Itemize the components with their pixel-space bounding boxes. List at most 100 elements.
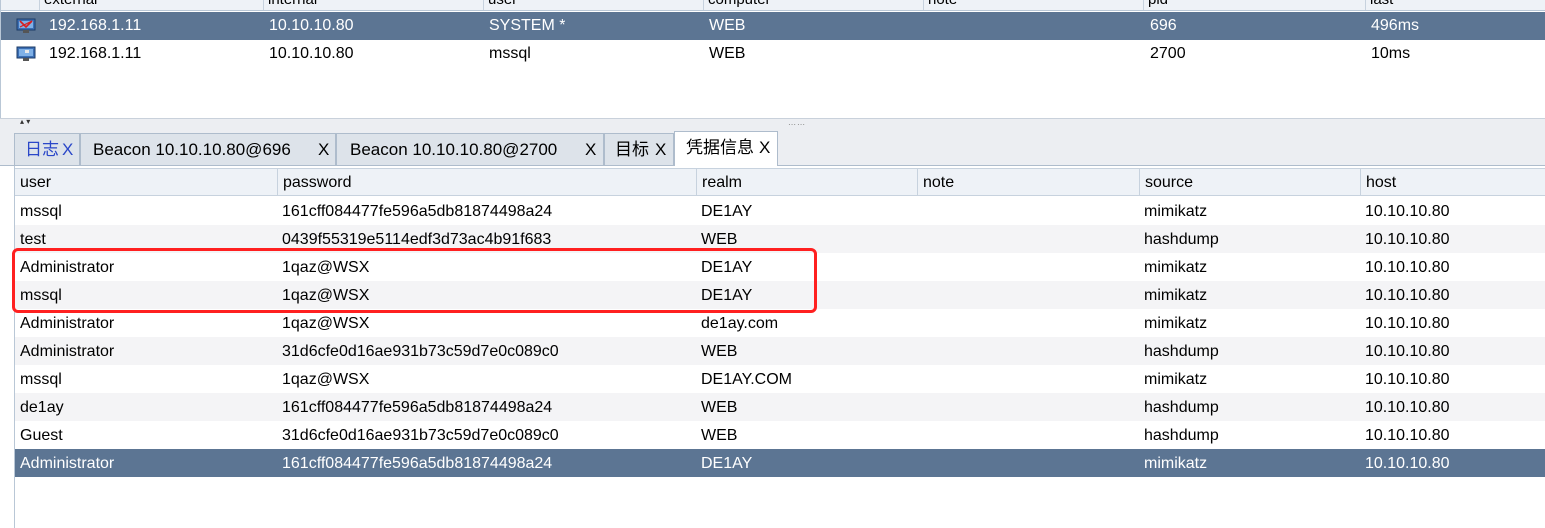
column-header-password[interactable]: password xyxy=(277,169,697,195)
beacon-pid: 2700 xyxy=(1150,45,1186,62)
beacon-row[interactable]: 192.168.1.11 10.10.10.80 mssql WEB 2700 … xyxy=(1,40,1545,68)
tab-targets-label: 目标 xyxy=(615,140,649,159)
cred-user: test xyxy=(20,231,46,248)
tab-beacon-2700-close-icon[interactable]: X xyxy=(585,134,596,166)
tab-targets-close-icon[interactable]: X xyxy=(655,134,666,166)
credential-row[interactable]: Administrator 1qaz@WSX de1ay.com mimikat… xyxy=(15,309,1545,337)
column-header-host[interactable]: host xyxy=(1360,169,1545,195)
cred-host: 10.10.10.80 xyxy=(1365,203,1450,220)
cred-realm: WEB xyxy=(701,399,738,416)
column-header-user[interactable]: user xyxy=(15,169,276,195)
cred-realm: DE1AY.COM xyxy=(701,371,792,388)
credential-row[interactable]: mssql 1qaz@WSX DE1AY.COM mimikatz 10.10.… xyxy=(15,365,1545,393)
credential-row[interactable]: de1ay 161cff084477fe596a5db81874498a24 W… xyxy=(15,393,1545,421)
beacon-user: mssql xyxy=(489,45,531,62)
cred-host: 10.10.10.80 xyxy=(1365,343,1450,360)
column-header-realm[interactable]: realm xyxy=(696,169,918,195)
cred-user: Administrator xyxy=(20,455,115,472)
cred-source: mimikatz xyxy=(1144,371,1208,388)
beacon-computer: WEB xyxy=(709,17,746,34)
cred-user: Administrator xyxy=(20,315,115,332)
cred-password: 1qaz@WSX xyxy=(282,259,370,276)
cred-user: mssql xyxy=(20,287,62,304)
tab-log-label: 日志 xyxy=(25,140,59,159)
cred-realm: de1ay.com xyxy=(701,315,779,332)
credential-row[interactable]: mssql 161cff084477fe596a5db81874498a24 D… xyxy=(15,197,1545,225)
cred-realm: DE1AY xyxy=(701,259,753,276)
beacon-internal: 10.10.10.80 xyxy=(269,45,354,62)
tab-beacon-696-close-icon[interactable]: X xyxy=(318,134,329,166)
cred-password: 31d6cfe0d16ae931b73c59d7e0c089c0 xyxy=(282,343,559,360)
credential-row-selected[interactable]: Administrator 161cff084477fe596a5db81874… xyxy=(15,449,1545,477)
tab-log[interactable]: 日志 X xyxy=(14,133,80,165)
credential-row[interactable]: test 0439f55319e5114edf3d73ac4b91f683 WE… xyxy=(15,225,1545,253)
cred-password: 1qaz@WSX xyxy=(282,315,370,332)
credentials-table-header: user password realm note source host xyxy=(15,168,1545,196)
credential-row[interactable]: Administrator 1qaz@WSX DE1AY mimikatz 10… xyxy=(15,253,1545,281)
beacon-icon xyxy=(16,46,36,61)
cred-realm: WEB xyxy=(701,343,738,360)
cred-host: 10.10.10.80 xyxy=(1365,427,1450,444)
tab-targets[interactable]: 目标 X xyxy=(604,133,674,165)
splitter-arrows-icon[interactable]: ▴ ▾ xyxy=(20,118,30,126)
cred-host: 10.10.10.80 xyxy=(1365,455,1450,472)
cred-source: hashdump xyxy=(1144,343,1219,360)
tab-beacon-696[interactable]: Beacon 10.10.10.80@696 X xyxy=(80,133,336,165)
pane-splitter[interactable]: ▴ ▾ ⋯⋯ xyxy=(0,118,1545,130)
cred-user: Administrator xyxy=(20,343,115,360)
tab-beacon-696-label: Beacon 10.10.10.80@696 xyxy=(93,140,291,159)
cred-source: mimikatz xyxy=(1144,455,1208,472)
beacon-admin-icon xyxy=(16,18,36,33)
cred-password: 1qaz@WSX xyxy=(282,371,370,388)
cred-user: mssql xyxy=(20,371,62,388)
cred-realm: WEB xyxy=(701,231,738,248)
cred-source: hashdump xyxy=(1144,427,1219,444)
cred-source: mimikatz xyxy=(1144,203,1208,220)
cred-password: 161cff084477fe596a5db81874498a24 xyxy=(282,399,553,416)
column-header-source[interactable]: source xyxy=(1139,169,1361,195)
beacon-external: 192.168.1.11 xyxy=(49,45,142,62)
cred-host: 10.10.10.80 xyxy=(1365,231,1450,248)
cred-realm: DE1AY xyxy=(701,203,753,220)
beacon-row[interactable]: 192.168.1.11 10.10.10.80 SYSTEM * WEB 69… xyxy=(1,12,1545,40)
credential-row[interactable]: Guest 31d6cfe0d16ae931b73c59d7e0c089c0 W… xyxy=(15,421,1545,449)
cred-host: 10.10.10.80 xyxy=(1365,287,1450,304)
cred-source: mimikatz xyxy=(1144,259,1208,276)
column-header-note[interactable]: note xyxy=(923,0,1144,10)
credentials-table: user password realm note source host mss… xyxy=(14,166,1545,528)
cred-user: Guest xyxy=(20,427,63,444)
beacon-last: 496ms xyxy=(1371,17,1420,34)
cred-user: mssql xyxy=(20,203,62,220)
tab-credentials[interactable]: 凭据信息 X xyxy=(674,131,778,166)
cred-host: 10.10.10.80 xyxy=(1365,399,1450,416)
column-header-computer[interactable]: computer xyxy=(703,0,924,10)
credential-row[interactable]: Administrator 31d6cfe0d16ae931b73c59d7e0… xyxy=(15,337,1545,365)
tab-beacon-2700[interactable]: Beacon 10.10.10.80@2700 X xyxy=(336,133,604,165)
cred-password: 31d6cfe0d16ae931b73c59d7e0c089c0 xyxy=(282,427,559,444)
column-header-pid[interactable]: pid xyxy=(1143,0,1364,10)
column-header-internal[interactable]: internal xyxy=(263,0,484,10)
beacon-user: SYSTEM * xyxy=(489,17,566,34)
cred-source: hashdump xyxy=(1144,399,1219,416)
cred-user: Administrator xyxy=(20,259,115,276)
cred-realm: WEB xyxy=(701,427,738,444)
tab-credentials-close-icon[interactable]: X xyxy=(759,132,770,164)
column-header-last[interactable]: last xyxy=(1365,0,1545,10)
cred-realm: DE1AY xyxy=(701,455,753,472)
beacon-internal: 10.10.10.80 xyxy=(269,17,354,34)
splitter-grip-icon[interactable]: ⋯⋯ xyxy=(788,121,806,129)
credential-row[interactable]: mssql 1qaz@WSX DE1AY mimikatz 10.10.10.8… xyxy=(15,281,1545,309)
cred-realm: DE1AY xyxy=(701,287,753,304)
cred-source: mimikatz xyxy=(1144,315,1208,332)
tab-log-close-icon[interactable]: X xyxy=(62,134,73,166)
column-header-note[interactable]: note xyxy=(917,169,1139,195)
cred-source: hashdump xyxy=(1144,231,1219,248)
tab-beacon-2700-label: Beacon 10.10.10.80@2700 xyxy=(350,140,558,159)
cred-source: mimikatz xyxy=(1144,287,1208,304)
cred-host: 10.10.10.80 xyxy=(1365,371,1450,388)
beacon-table-header: external internal user computer note pid… xyxy=(1,0,1545,11)
column-header-user[interactable]: user xyxy=(483,0,704,10)
cred-password: 161cff084477fe596a5db81874498a24 xyxy=(282,455,553,472)
column-header-external[interactable]: external xyxy=(39,0,264,10)
cred-host: 10.10.10.80 xyxy=(1365,259,1450,276)
